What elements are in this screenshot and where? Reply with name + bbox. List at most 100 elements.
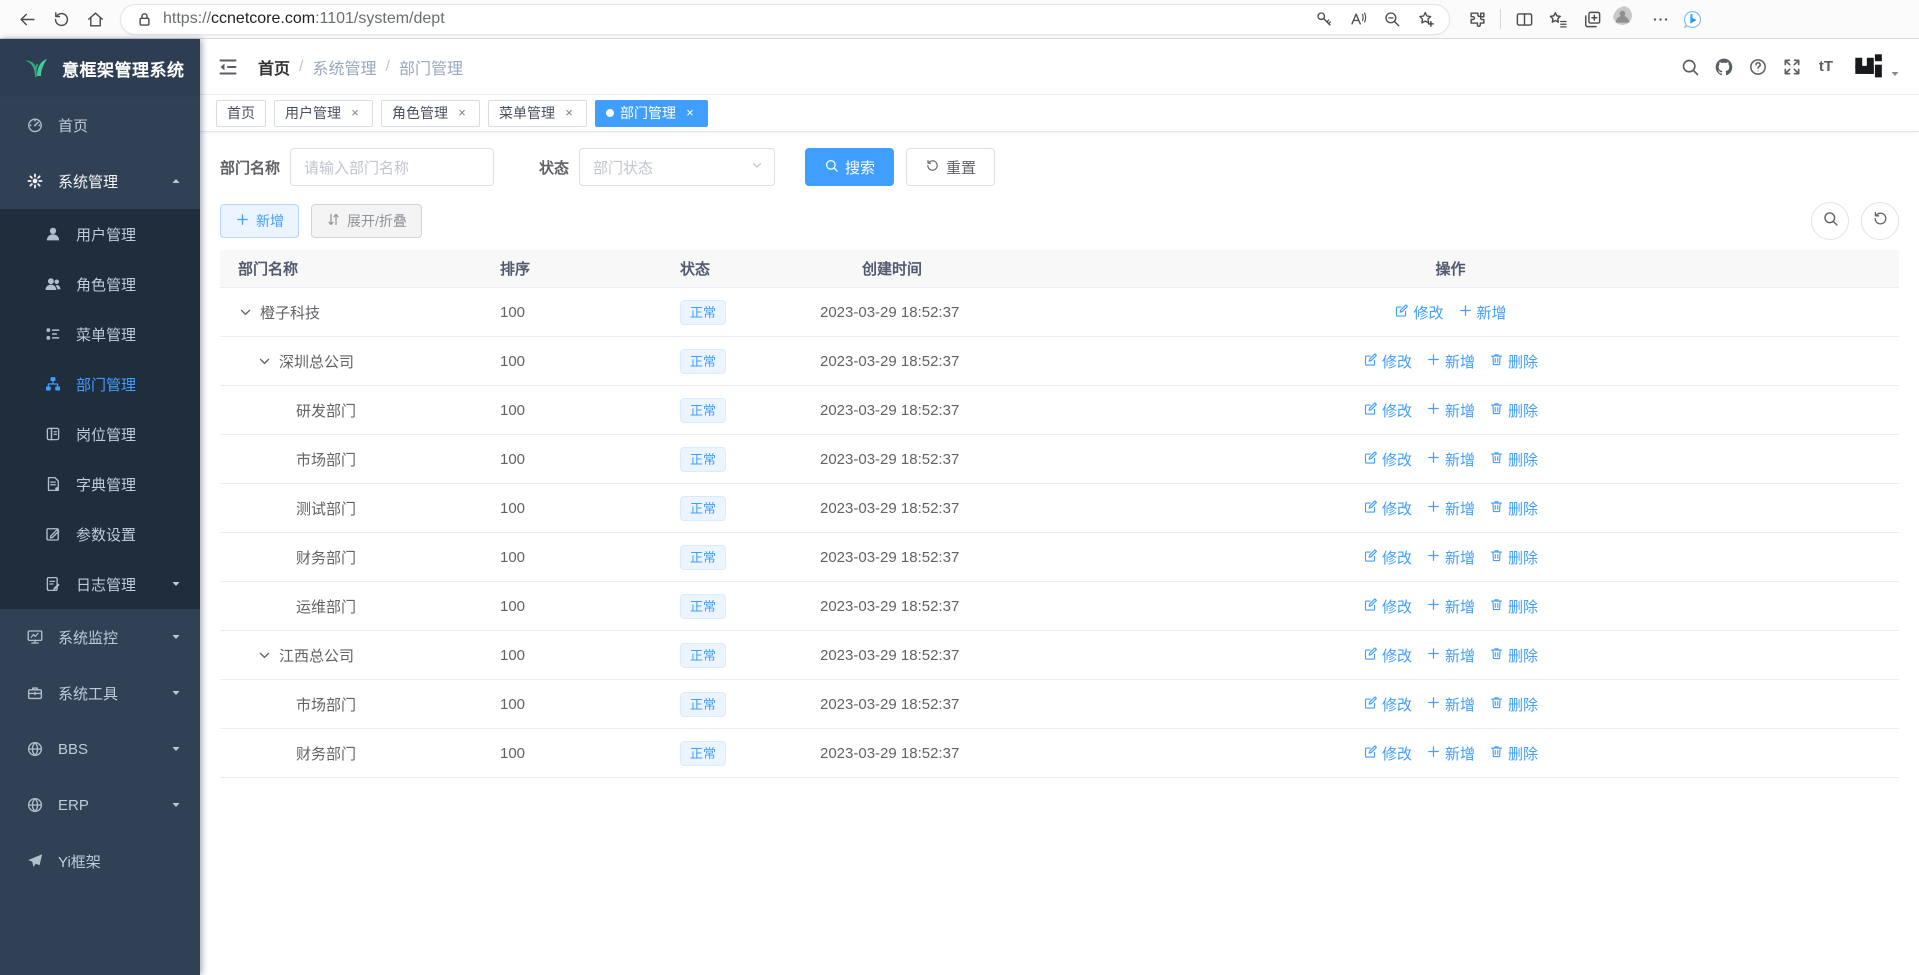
- extensions-icon[interactable]: [1460, 4, 1494, 34]
- action-新增[interactable]: 新增: [1426, 400, 1475, 421]
- action-删除[interactable]: 删除: [1489, 547, 1538, 568]
- table-row[interactable]: 测试部门100正常2023-03-29 18:52:37修改新增删除: [220, 484, 1899, 533]
- breadcrumb-item-系统管理[interactable]: 系统管理: [312, 55, 376, 79]
- add-button[interactable]: 新增: [220, 204, 299, 238]
- search-icon[interactable]: [1673, 50, 1707, 84]
- caret-down-icon[interactable]: [1889, 67, 1901, 79]
- github-icon[interactable]: [1707, 50, 1741, 84]
- action-删除[interactable]: 删除: [1489, 351, 1538, 372]
- expand-collapse-button[interactable]: 展开/折叠: [311, 204, 422, 238]
- sidebar-item-BBS[interactable]: BBS: [0, 721, 200, 777]
- action-修改[interactable]: 修改: [1363, 743, 1412, 764]
- url-text[interactable]: https://ccnetcore.com:1101/system/dept: [163, 10, 1307, 28]
- font-size-icon[interactable]: tT: [1809, 50, 1843, 84]
- zoom-out-icon[interactable]: [1375, 4, 1409, 34]
- sidebar-item-部门管理[interactable]: 部门管理: [0, 359, 200, 409]
- action-新增[interactable]: 新增: [1426, 547, 1475, 568]
- sidebar-item-日志管理[interactable]: 日志管理: [0, 559, 200, 609]
- app-logo[interactable]: 意框架管理系统: [0, 39, 200, 97]
- back-arrow-icon[interactable]: [10, 4, 44, 34]
- action-新增[interactable]: 新增: [1426, 351, 1475, 372]
- tree-expand-icon[interactable]: [238, 305, 253, 320]
- tab-角色管理[interactable]: 角色管理×: [381, 100, 480, 127]
- sidebar-collapse-icon[interactable]: [216, 55, 240, 79]
- action-删除[interactable]: 删除: [1489, 694, 1538, 715]
- sidebar-item-岗位管理[interactable]: 岗位管理: [0, 409, 200, 459]
- action-新增[interactable]: 新增: [1426, 743, 1475, 764]
- close-icon[interactable]: ×: [455, 106, 469, 120]
- action-修改[interactable]: 修改: [1363, 694, 1412, 715]
- tab-部门管理[interactable]: 部门管理×: [595, 100, 708, 127]
- address-bar[interactable]: https://ccnetcore.com:1101/system/dept: [120, 4, 1450, 35]
- action-修改[interactable]: 修改: [1363, 498, 1412, 519]
- search-button[interactable]: 搜索: [805, 148, 894, 186]
- action-删除[interactable]: 删除: [1489, 743, 1538, 764]
- split-screen-icon[interactable]: [1507, 4, 1541, 34]
- status-select[interactable]: 部门状态: [579, 148, 775, 186]
- action-修改[interactable]: 修改: [1363, 449, 1412, 470]
- refresh-table-button[interactable]: [1861, 202, 1899, 240]
- collections-icon[interactable]: [1575, 4, 1609, 34]
- action-修改[interactable]: 修改: [1363, 645, 1412, 666]
- tab-首页[interactable]: 首页: [216, 100, 266, 127]
- action-删除[interactable]: 删除: [1489, 498, 1538, 519]
- lock-icon[interactable]: [133, 4, 155, 34]
- breadcrumb-item-首页[interactable]: 首页: [258, 55, 290, 79]
- tab-菜单管理[interactable]: 菜单管理×: [488, 100, 587, 127]
- fullscreen-icon[interactable]: [1775, 50, 1809, 84]
- copilot-icon[interactable]: [1677, 4, 1707, 34]
- action-删除[interactable]: 删除: [1489, 400, 1538, 421]
- sidebar-item-系统监控[interactable]: 系统监控: [0, 609, 200, 665]
- tab-用户管理[interactable]: 用户管理×: [274, 100, 373, 127]
- sidebar-item-首页[interactable]: 首页: [0, 97, 200, 153]
- tree-expand-icon[interactable]: [257, 354, 272, 369]
- sidebar-item-系统工具[interactable]: 系统工具: [0, 665, 200, 721]
- action-新增[interactable]: 新增: [1426, 596, 1475, 617]
- action-新增[interactable]: 新增: [1458, 302, 1507, 323]
- action-修改[interactable]: 修改: [1363, 596, 1412, 617]
- dept-name-input[interactable]: 请输入部门名称: [290, 148, 494, 186]
- table-row[interactable]: 研发部门100正常2023-03-29 18:52:37修改新增删除: [220, 386, 1899, 435]
- table-row[interactable]: 财务部门100正常2023-03-29 18:52:37修改新增删除: [220, 533, 1899, 582]
- profile-avatar[interactable]: [1609, 4, 1643, 34]
- sidebar-item-Yi框架[interactable]: Yi框架: [0, 833, 200, 889]
- help-icon[interactable]: [1741, 50, 1775, 84]
- read-aloud-icon[interactable]: [1341, 4, 1375, 34]
- refresh-icon[interactable]: [44, 4, 78, 34]
- action-删除[interactable]: 删除: [1489, 596, 1538, 617]
- close-icon[interactable]: ×: [562, 106, 576, 120]
- table-row[interactable]: 橙子科技100正常2023-03-29 18:52:37修改新增: [220, 288, 1899, 337]
- sidebar-item-参数设置[interactable]: 参数设置: [0, 509, 200, 559]
- sidebar-item-系统管理[interactable]: 系统管理: [0, 153, 200, 209]
- sidebar-item-角色管理[interactable]: 角色管理: [0, 259, 200, 309]
- action-删除[interactable]: 删除: [1489, 449, 1538, 470]
- add-favorite-icon[interactable]: [1409, 4, 1443, 34]
- app-logo-avatar[interactable]: [1853, 52, 1883, 82]
- table-row[interactable]: 市场部门100正常2023-03-29 18:52:37修改新增删除: [220, 435, 1899, 484]
- action-修改[interactable]: 修改: [1394, 302, 1443, 323]
- action-新增[interactable]: 新增: [1426, 645, 1475, 666]
- table-row[interactable]: 市场部门100正常2023-03-29 18:52:37修改新增删除: [220, 680, 1899, 729]
- action-新增[interactable]: 新增: [1426, 449, 1475, 470]
- action-新增[interactable]: 新增: [1426, 498, 1475, 519]
- sidebar-item-菜单管理[interactable]: 菜单管理: [0, 309, 200, 359]
- more-options-icon[interactable]: [1643, 4, 1677, 34]
- favorites-icon[interactable]: [1541, 4, 1575, 34]
- close-icon[interactable]: ×: [683, 106, 697, 120]
- table-row[interactable]: 运维部门100正常2023-03-29 18:52:37修改新增删除: [220, 582, 1899, 631]
- close-icon[interactable]: ×: [348, 106, 362, 120]
- action-修改[interactable]: 修改: [1363, 351, 1412, 372]
- action-新增[interactable]: 新增: [1426, 694, 1475, 715]
- tree-expand-icon[interactable]: [257, 648, 272, 663]
- action-删除[interactable]: 删除: [1489, 645, 1538, 666]
- key-icon[interactable]: [1307, 4, 1341, 34]
- reset-button[interactable]: 重置: [906, 148, 995, 186]
- action-修改[interactable]: 修改: [1363, 547, 1412, 568]
- table-row[interactable]: 江西总公司100正常2023-03-29 18:52:37修改新增删除: [220, 631, 1899, 680]
- show-search-button[interactable]: [1811, 202, 1849, 240]
- action-修改[interactable]: 修改: [1363, 400, 1412, 421]
- table-row[interactable]: 财务部门100正常2023-03-29 18:52:37修改新增删除: [220, 729, 1899, 778]
- sidebar-item-字典管理[interactable]: 字典管理: [0, 459, 200, 509]
- sidebar-item-ERP[interactable]: ERP: [0, 777, 200, 833]
- home-icon[interactable]: [78, 4, 112, 34]
